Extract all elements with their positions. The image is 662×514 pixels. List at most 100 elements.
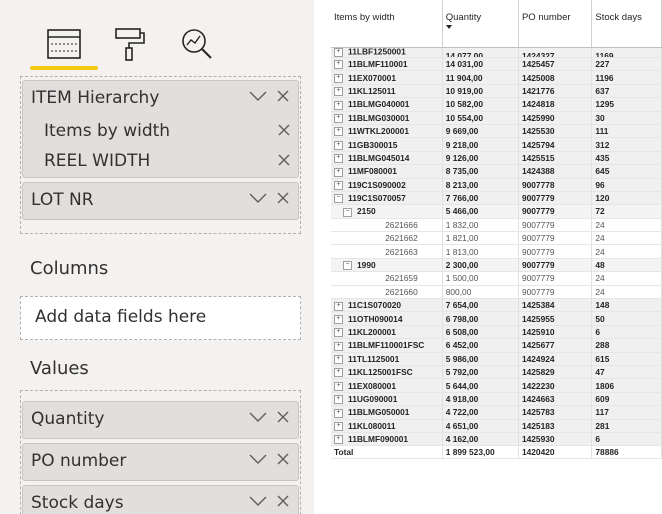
hierarchy-level-reel-width[interactable]: REEL WIDTH <box>22 147 299 177</box>
table-row[interactable]: −119C1S070057 7 766,00 9007779 120 <box>331 191 662 206</box>
collapse-icon[interactable]: − <box>343 207 352 217</box>
hierarchy-level-items-by-width[interactable]: Items by width <box>22 117 299 147</box>
expand-icon[interactable]: + <box>334 368 343 378</box>
chevron-down-icon[interactable] <box>248 191 268 205</box>
table-row[interactable]: +11KL125001FSC 5 792,00 1425829 47 <box>331 365 662 380</box>
table-row[interactable]: +11BLMG040001 10 582,00 1424818 1295 <box>331 97 662 112</box>
cell-text: 1990 <box>357 260 376 271</box>
expand-icon[interactable]: + <box>334 87 343 97</box>
table-row[interactable]: +11KL125011 10 919,00 1421776 637 <box>331 84 662 99</box>
field-pill-stock-days[interactable]: Stock days <box>22 485 299 514</box>
field-pill-label: Stock days <box>31 493 124 513</box>
close-icon[interactable] <box>276 89 290 103</box>
expand-icon[interactable]: + <box>334 408 343 418</box>
table-row-cut[interactable]: +11LBF1250001 14 077,00 1424327 1169 <box>331 47 662 58</box>
table-row[interactable]: +11MF080001 8 735,00 1424388 645 <box>331 164 662 179</box>
chevron-down-icon[interactable] <box>248 494 268 508</box>
close-icon[interactable] <box>276 191 290 205</box>
close-icon[interactable] <box>276 410 290 424</box>
expand-icon[interactable]: + <box>334 341 343 351</box>
expand-icon[interactable]: + <box>334 48 343 57</box>
table-row[interactable]: +11BLMF090001 4 162,00 1425930 6 <box>331 432 662 447</box>
expand-icon[interactable]: + <box>334 154 343 164</box>
cell-text: 24 <box>595 286 605 297</box>
column-header-po-number[interactable]: PO number <box>518 0 593 48</box>
cell-days: 6 <box>591 432 662 447</box>
chevron-down-icon[interactable] <box>248 89 268 103</box>
close-icon[interactable] <box>277 123 291 137</box>
cell-text: 4 651,00 <box>445 420 479 431</box>
table-row[interactable]: +11WTKL200001 9 669,00 1425530 111 <box>331 124 662 139</box>
column-header-items-by-width[interactable]: Items by width <box>331 0 443 48</box>
close-icon[interactable] <box>276 452 290 466</box>
cell-item: +11KL200001 <box>331 325 443 340</box>
chevron-down-icon[interactable] <box>248 410 268 424</box>
table-row[interactable]: +11TL1125001 5 986,00 1424924 615 <box>331 352 662 366</box>
expand-icon[interactable]: + <box>334 422 343 432</box>
cell-po: 1425183 <box>518 419 593 433</box>
field-pill-quantity[interactable]: Quantity <box>22 401 299 439</box>
collapse-icon[interactable]: − <box>334 194 343 204</box>
columns-drop-zone[interactable]: Add data fields here <box>20 296 301 340</box>
expand-icon[interactable]: + <box>334 114 343 124</box>
cell-text: 11EX080001 <box>348 380 396 391</box>
expand-icon[interactable]: + <box>334 301 343 311</box>
collapse-icon[interactable]: − <box>343 261 352 271</box>
table-row[interactable]: 2621663 1 813,00 9007779 24 <box>331 244 662 259</box>
table-row[interactable]: +11UG090001 4 918,00 1424663 609 <box>331 392 662 407</box>
expand-icon[interactable]: + <box>334 328 343 338</box>
expand-icon[interactable]: + <box>334 395 343 405</box>
expand-icon[interactable]: + <box>334 180 343 190</box>
chevron-down-icon[interactable] <box>248 452 268 466</box>
table-row[interactable]: +11EX080001 5 644,00 1422230 1806 <box>331 378 662 393</box>
table-row[interactable]: +11BLMF110001 14 031,00 1425457 227 <box>331 57 662 72</box>
table-row[interactable]: +11BLMF110001FSC 6 452,00 1425677 288 <box>331 338 662 353</box>
expand-icon[interactable]: + <box>334 381 343 391</box>
table-row[interactable]: 2621660 800,00 9007779 24 <box>331 285 662 300</box>
analytics-magnifier-icon[interactable] <box>176 24 216 64</box>
cell-text: 120 <box>595 193 610 204</box>
table-row[interactable]: −2150 5 466,00 9007779 72 <box>331 204 662 219</box>
table-row[interactable]: 2621659 1 500,00 9007779 24 <box>331 271 662 286</box>
cell-text: 10 554,00 <box>445 112 483 123</box>
table-row[interactable]: 2621662 1 821,00 9007779 24 <box>331 231 662 246</box>
table-row[interactable]: +11GB300015 9 218,00 1425794 312 <box>331 137 662 152</box>
matrix-visual[interactable]: Items by width Quantity PO number Stock … <box>331 0 662 514</box>
table-row[interactable]: +11OTH090014 6 798,00 1425955 50 <box>331 311 662 326</box>
cell-text: 117 <box>595 407 609 418</box>
table-row[interactable]: −1990 2 300,00 9007779 48 <box>331 258 662 273</box>
table-row[interactable]: +11KL080011 4 651,00 1425183 281 <box>331 419 662 433</box>
table-row[interactable]: +11BLMG045014 9 126,00 1425515 435 <box>331 151 662 166</box>
cell-days: 24 <box>591 271 662 286</box>
expand-icon[interactable]: + <box>334 100 343 110</box>
expand-icon[interactable]: + <box>334 435 343 445</box>
expand-icon[interactable]: + <box>334 314 343 324</box>
expand-icon[interactable]: + <box>334 355 343 365</box>
cell-text: 2621660 <box>385 286 418 297</box>
table-row[interactable]: +11EX070001 11 904,00 1425008 1196 <box>331 70 662 85</box>
paint-roller-format-icon[interactable] <box>110 24 150 64</box>
expand-icon[interactable]: + <box>334 60 343 70</box>
column-header-stock-days[interactable]: Stock days <box>591 0 662 48</box>
cell-text: 96 <box>595 179 605 190</box>
table-fields-icon[interactable] <box>44 24 84 64</box>
cell-item: +11BLMG040001 <box>331 97 443 112</box>
expand-icon[interactable]: + <box>334 140 343 150</box>
field-pill-lot-nr[interactable]: LOT NR <box>22 182 299 220</box>
table-row[interactable]: +119C1S090002 8 213,00 9007778 96 <box>331 178 662 192</box>
table-row[interactable]: +11C1S070020 7 654,00 1425384 148 <box>331 298 662 313</box>
table-row[interactable]: +11BLMG030001 10 554,00 1425990 30 <box>331 111 662 125</box>
cell-days: 24 <box>591 244 662 259</box>
table-row[interactable]: 2621666 1 832,00 9007779 24 <box>331 218 662 233</box>
field-pill-po-number[interactable]: PO number <box>22 443 299 481</box>
close-icon[interactable] <box>277 153 291 167</box>
expand-icon[interactable]: + <box>334 167 343 177</box>
column-header-quantity[interactable]: Quantity <box>442 0 519 48</box>
cell-text: 2150 <box>357 206 376 217</box>
close-icon[interactable] <box>276 494 290 508</box>
expand-icon[interactable]: + <box>334 73 343 83</box>
table-row[interactable]: +11KL200001 6 508,00 1425910 6 <box>331 325 662 340</box>
cell-text: 11OTH090014 <box>348 313 403 324</box>
expand-icon[interactable]: + <box>334 127 343 137</box>
table-row[interactable]: +11BLMG050001 4 722,00 1425783 117 <box>331 405 662 420</box>
